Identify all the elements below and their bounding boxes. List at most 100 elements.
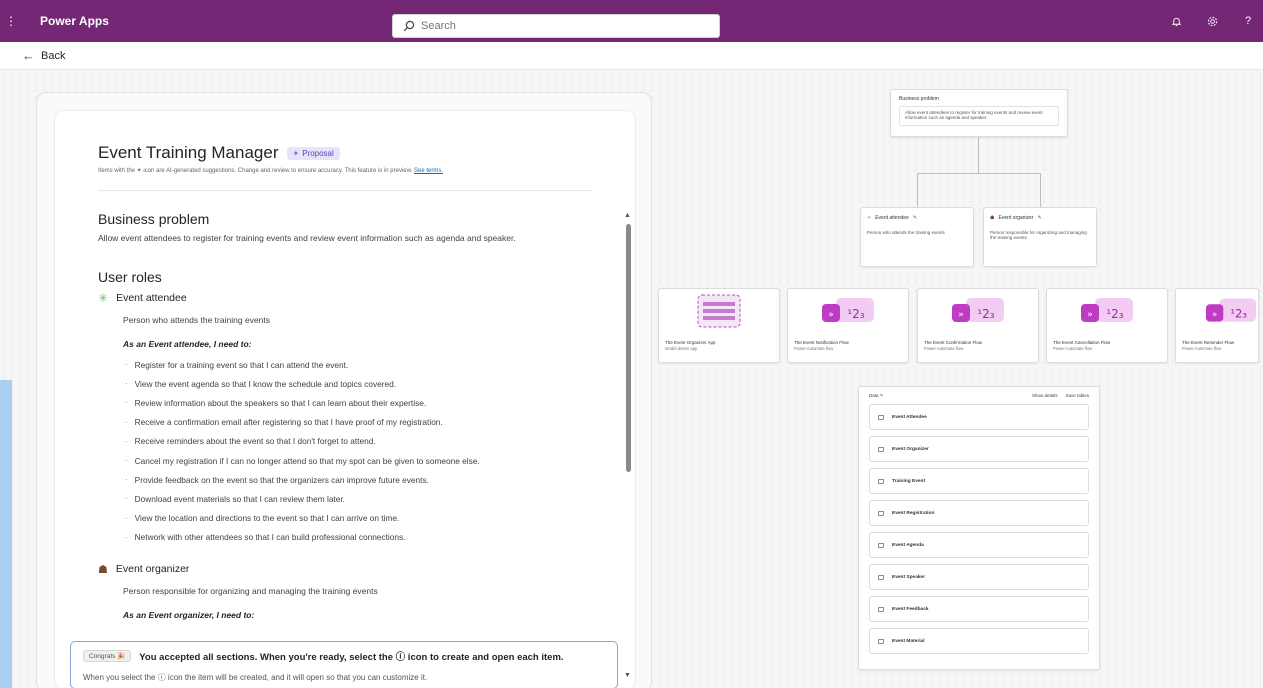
role-name: Event organizer (115, 563, 190, 576)
sparkle-icon: ✦ (292, 148, 300, 158)
toast-subtext: When you select the ⓘ icon the item will… (83, 673, 428, 682)
table-icon (878, 510, 884, 516)
connector-line (1040, 173, 1041, 207)
divider (98, 190, 592, 191)
business-problem-text: Allow event attendees to register for tr… (98, 233, 516, 243)
sparkle-icon: ✳ (98, 291, 109, 305)
app-type: Power Automate flow (794, 346, 834, 351)
tables-title: Data ✎ (869, 393, 884, 398)
table-item[interactable]: Training Event (869, 468, 1089, 494)
help-icon[interactable]: ? (1241, 14, 1255, 28)
scroll-down-icon[interactable]: ▼ (624, 672, 631, 679)
table-icon (878, 542, 884, 548)
user-roles-title: User roles (98, 269, 162, 285)
table-item[interactable]: Event Agenda (869, 532, 1089, 558)
organizer-icon: ☗ (990, 215, 995, 221)
table-icon (878, 606, 884, 612)
app-name: The Event Organizer App (665, 340, 716, 345)
role-event-attendee[interactable]: ✳ Event attendee (98, 291, 598, 305)
sparkle-icon: ✳ (867, 215, 872, 221)
business-problem-title: Business problem (98, 211, 210, 227)
list-item: · Register for a training event so that I… (125, 359, 349, 370)
app-node-notification-flow[interactable]: » ¹2₃ The Event Notification Flow Power … (787, 288, 909, 363)
bell-icon[interactable] (1169, 14, 1183, 28)
list-item: · Cancel my registration if I can no long… (125, 455, 480, 466)
back-link[interactable]: Back (41, 50, 65, 62)
ai-disclaimer-text: Items with the ✦ icon are AI-generated s… (98, 168, 413, 174)
accepted-toast: Congrats 🎉 You accepted all sections. Wh… (70, 641, 618, 688)
ai-disclaimer: Items with the ✦ icon are AI-generated s… (98, 167, 618, 174)
svg-text:»: » (828, 310, 834, 320)
role-event-organizer[interactable]: ☗ Event organizer (98, 563, 598, 576)
app-node-organizer-app[interactable]: The Event Organizer App Model-driven app (658, 288, 780, 363)
table-item[interactable]: Event Speaker (869, 564, 1089, 590)
left-accent-strip (0, 380, 12, 688)
save-tables-button[interactable]: Save tables (1065, 393, 1089, 399)
table-icon (878, 414, 884, 420)
app-name: The Event Confirmation Flow (924, 340, 983, 345)
search-box[interactable] (392, 14, 720, 38)
flow-icon: » ¹2₃ (1205, 298, 1257, 322)
see-terms-link[interactable]: See terms. (414, 168, 443, 174)
list-item: · View the event agenda so that I know th… (125, 378, 397, 389)
user-stories-list: · Register for a training event so that I… (125, 355, 598, 547)
table-item[interactable]: Event Registration (869, 500, 1089, 526)
app-node-cancellation-flow[interactable]: » ¹2₃ The Event Cancellation Flow Power … (1046, 288, 1168, 363)
role-node-attendee[interactable]: ✳ Event attendee ✎ Person who attends the … (860, 207, 974, 267)
plan-content: Business problem Allow event attendees t… (98, 211, 598, 626)
search-icon (403, 20, 415, 32)
table-icon (878, 574, 884, 580)
role-description: Person who attends the training events (123, 315, 270, 325)
need-title: As an Event attendee, I need to: (123, 339, 252, 349)
svg-text:¹2₃: ¹2₃ (977, 307, 994, 321)
app-node-reminder-flow[interactable]: » ¹2₃ The Event Reminder Flow Power Auto… (1175, 288, 1259, 363)
business-problem-node[interactable]: Business problem Allow event attendees t… (890, 89, 1068, 137)
list-item: · Network with other attendees so that I … (125, 532, 406, 543)
flow-icon: » ¹2₃ (952, 298, 1004, 322)
congrats-badge: Congrats 🎉 (83, 650, 132, 662)
app-name: The Event Cancellation Flow (1053, 340, 1111, 345)
settings-icon[interactable] (1205, 14, 1219, 28)
flow-icon: » ¹2₃ (822, 298, 874, 322)
list-item: · View the location and directions to the… (125, 513, 400, 524)
plan-title: Event Training Manager (98, 143, 279, 162)
connector-line (978, 137, 979, 173)
node-text: Person who attends the training events (867, 230, 945, 235)
waffle-icon[interactable]: ⋮ (0, 0, 22, 42)
app-node-confirmation-flow[interactable]: » ¹2₃ The Event Confirmation Flow Power … (917, 288, 1039, 363)
back-arrow-icon[interactable]: ← (22, 48, 35, 63)
app-type: Power Automate flow (924, 346, 964, 351)
svg-text:¹2₃: ¹2₃ (1230, 307, 1247, 321)
role-node-organizer[interactable]: ☗ Event organizer ✎ Person responsible for… (983, 207, 1097, 267)
node-title: Business problem (899, 96, 939, 102)
connector-line (917, 173, 1040, 174)
svg-text:¹2₃: ¹2₃ (847, 307, 864, 321)
svg-text:»: » (958, 310, 964, 320)
search-input[interactable] (421, 20, 701, 32)
scrollbar-thumb[interactable] (626, 224, 631, 472)
table-icon (878, 638, 884, 644)
svg-text:¹2₃: ¹2₃ (1106, 307, 1123, 321)
table-item[interactable]: Event Feedback (869, 596, 1089, 622)
back-bar: ← Back (0, 42, 1263, 70)
app-type: Power Automate flow (1053, 346, 1093, 351)
node-text: Allow event attendees to register for tr… (899, 106, 1059, 126)
plan-card: Event Training Manager ✦ Proposal Items … (54, 110, 636, 688)
show-details-button[interactable]: Show details (1032, 393, 1058, 399)
flow-icon: » ¹2₃ (1081, 298, 1133, 322)
proposal-badge: ✦ Proposal (286, 146, 340, 160)
svg-text:»: » (1212, 310, 1217, 320)
connector-line (917, 173, 918, 207)
model-driven-app-icon (697, 294, 741, 328)
scroll-up-icon[interactable]: ▲ (624, 212, 631, 219)
data-tables-node: Data ✎ Show details Save tables Event At… (858, 386, 1100, 670)
app-name[interactable]: Power Apps (40, 14, 109, 28)
table-item[interactable]: Event Attendee (869, 404, 1089, 430)
node-text: Person responsible for organizing and ma… (990, 230, 1087, 240)
table-item[interactable]: Event Organizer (869, 436, 1089, 462)
table-icon (878, 478, 884, 484)
table-icon (878, 446, 884, 452)
table-item[interactable]: Event Material (869, 628, 1089, 654)
app-name: The Event Notification Flow (794, 340, 849, 345)
app-type: Power Automate flow (1182, 346, 1222, 351)
